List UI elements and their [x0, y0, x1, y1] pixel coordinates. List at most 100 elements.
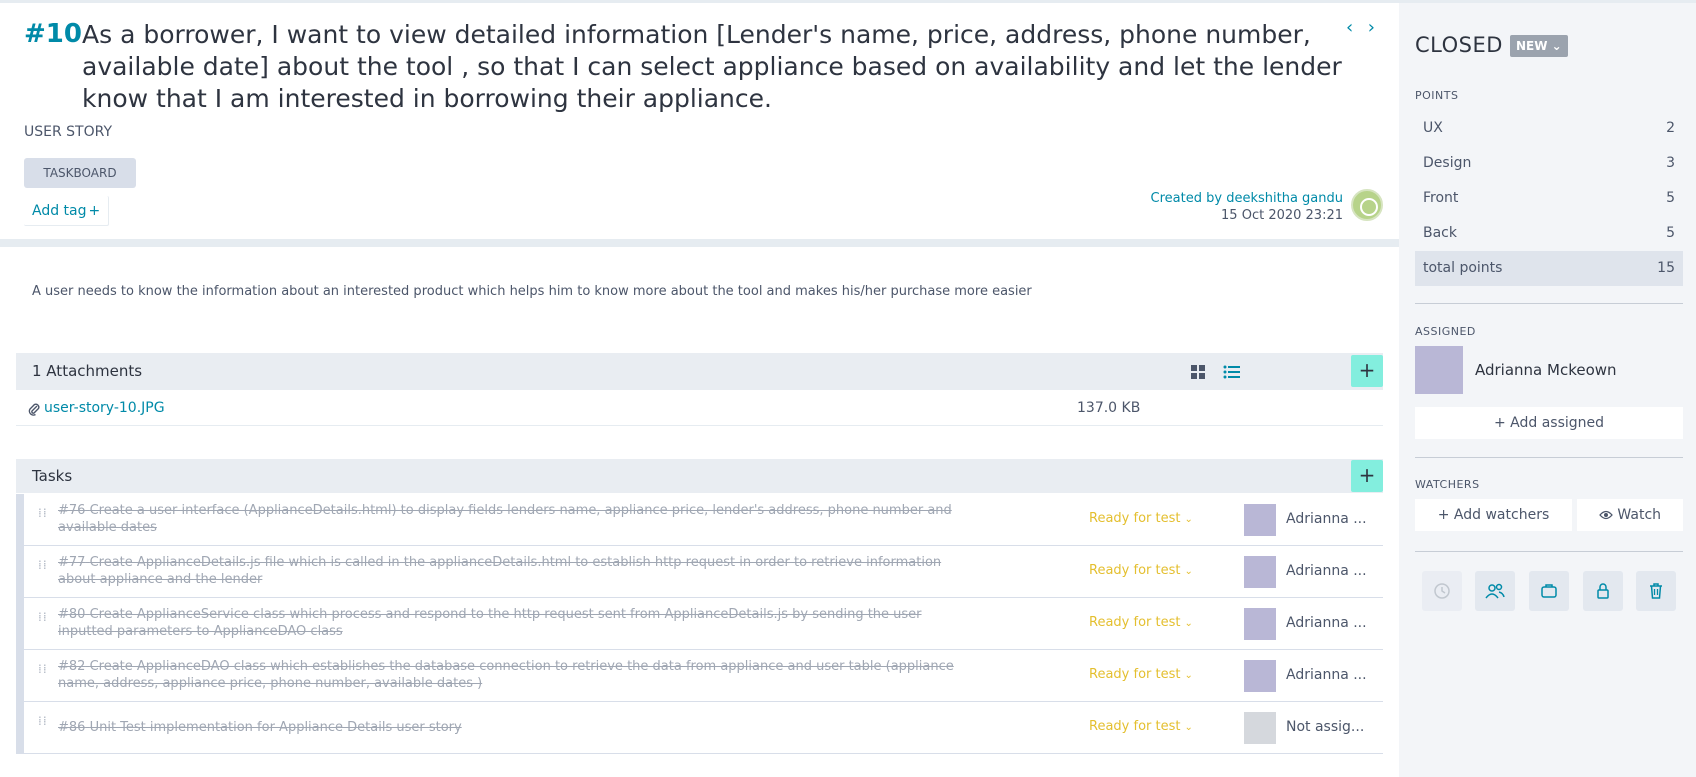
task-row[interactable]: ⁞⁞ #86 Unit Test implementation for Appl… — [24, 702, 1383, 754]
task-subject[interactable]: Create ApplianceDetails.js file which is… — [58, 555, 941, 587]
points-row-ux[interactable]: UX 2 — [1415, 111, 1683, 146]
chevron-left-icon[interactable]: ‹ — [1346, 17, 1362, 38]
avatar[interactable] — [1244, 712, 1276, 744]
attachment-row: user-story-10.JPG 137.0 KB — [16, 391, 1383, 426]
task-text[interactable]: #76 Create a user interface (ApplianceDe… — [58, 502, 978, 536]
assigned-label: ASSIGNED — [1415, 325, 1476, 338]
points-value: 5 — [1666, 190, 1675, 206]
creator-avatar[interactable] — [1351, 189, 1383, 221]
points-row-front[interactable]: Front 5 — [1415, 181, 1683, 216]
drag-handle-icon[interactable]: ⁞⁞ — [38, 611, 48, 634]
add-tag-button[interactable]: Add tag + — [24, 196, 109, 226]
created-date: 15 Oct 2020 23:21 — [1221, 208, 1343, 223]
lock-icon[interactable] — [1582, 571, 1623, 611]
chevron-down-icon: ⌄ — [1184, 670, 1193, 681]
points-value: 2 — [1666, 120, 1675, 136]
add-attachment-button[interactable]: + — [1351, 355, 1383, 387]
team-icon[interactable] — [1475, 571, 1516, 611]
tasks-title: Tasks — [32, 467, 73, 485]
task-status: Ready for test — [1089, 667, 1181, 682]
task-status-dropdown[interactable]: Ready for test ⌄ — [1089, 719, 1193, 734]
story-title[interactable]: As a borrower, I want to view detailed i… — [82, 19, 1342, 115]
story-description[interactable]: A user needs to know the information abo… — [32, 284, 1032, 299]
grid-view-icon[interactable] — [1185, 359, 1211, 385]
chevron-down-icon: ⌄ — [1551, 39, 1562, 53]
avatar[interactable] — [1415, 346, 1463, 394]
drag-handle-icon[interactable]: ⁞⁞ — [38, 507, 48, 530]
status-badge: NEW — [1516, 39, 1548, 53]
points-value: 3 — [1666, 155, 1675, 171]
task-row[interactable]: ⁞⁞ #77 Create ApplianceDetails.js file w… — [24, 546, 1383, 598]
attachment-name-link[interactable]: user-story-10.JPG — [44, 400, 165, 416]
divider — [1415, 551, 1683, 552]
created-info: Created by deekshitha gandu 15 Oct 2020 … — [1151, 190, 1343, 224]
task-assignee[interactable]: Adrianna ... — [1286, 511, 1367, 527]
task-ref[interactable]: #77 — [58, 555, 85, 570]
tag-taskboard[interactable]: TASKBOARD — [24, 158, 136, 188]
task-ref[interactable]: #76 — [58, 503, 85, 518]
avatar[interactable] — [1244, 660, 1276, 692]
attachments-title: 1 Attachments — [32, 362, 143, 380]
task-status-dropdown[interactable]: Ready for test ⌄ — [1089, 511, 1193, 526]
avatar[interactable] — [1244, 504, 1276, 536]
task-text[interactable]: #80 Create ApplianceService class which … — [58, 606, 978, 640]
clock-icon[interactable] — [1421, 571, 1462, 611]
drag-handle-icon[interactable]: ⁞⁞ — [38, 559, 48, 582]
trash-icon[interactable] — [1636, 571, 1677, 611]
task-assignee[interactable]: Adrianna ... — [1286, 615, 1367, 631]
assigned-user-name[interactable]: Adrianna Mckeown — [1475, 361, 1617, 379]
task-row[interactable]: ⁞⁞ #80 Create ApplianceService class whi… — [24, 598, 1383, 650]
add-task-button[interactable]: + — [1351, 460, 1383, 492]
task-row[interactable]: ⁞⁞ #82 Create ApplianceDAO class which e… — [24, 650, 1383, 702]
task-text[interactable]: #77 Create ApplianceDetails.js file whic… — [58, 554, 978, 588]
task-status-dropdown[interactable]: Ready for test ⌄ — [1089, 615, 1193, 630]
add-assigned-button[interactable]: + Add assigned — [1415, 407, 1683, 439]
points-role: total points — [1423, 260, 1503, 276]
paperclip-icon — [28, 401, 40, 420]
divider — [1415, 303, 1683, 304]
avatar[interactable] — [1244, 556, 1276, 588]
task-subject[interactable]: Create a user interface (ApplianceDetail… — [58, 503, 952, 535]
task-text[interactable]: #86 Unit Test implementation for Applian… — [58, 719, 978, 736]
add-tag-label: Add tag — [32, 203, 87, 219]
avatar[interactable] — [1244, 608, 1276, 640]
story-id: #10 — [24, 19, 82, 49]
task-subject[interactable]: Unit Test implementation for Appliance D… — [90, 720, 462, 735]
points-role: Design — [1423, 155, 1472, 171]
task-ref[interactable]: #80 — [58, 607, 85, 622]
points-list: UX 2 Design 3 Front 5 Back 5 total point… — [1415, 111, 1683, 286]
points-value: 15 — [1657, 260, 1675, 276]
points-row-back[interactable]: Back 5 — [1415, 216, 1683, 251]
chevron-right-icon[interactable]: › — [1368, 17, 1384, 38]
story-actions — [1415, 571, 1683, 613]
created-by-link[interactable]: Created by deekshitha gandu — [1151, 190, 1343, 207]
points-row-design[interactable]: Design 3 — [1415, 146, 1683, 181]
task-ref[interactable]: #82 — [58, 659, 85, 674]
task-status: Ready for test — [1089, 511, 1181, 526]
task-assignee[interactable]: Not assig... — [1286, 719, 1364, 735]
task-subject[interactable]: Create ApplianceService class which proc… — [58, 607, 922, 639]
chevron-down-icon: ⌄ — [1184, 618, 1193, 629]
block-icon[interactable] — [1528, 571, 1569, 611]
task-status: Ready for test — [1089, 615, 1181, 630]
add-watchers-button[interactable]: + Add watchers — [1415, 499, 1572, 531]
drag-handle-icon[interactable]: ⁞⁞ — [38, 663, 48, 686]
watch-button[interactable]: Watch — [1577, 499, 1683, 531]
task-subject[interactable]: Create ApplianceDAO class which establis… — [58, 659, 954, 691]
status-dropdown[interactable]: NEW ⌄ — [1510, 35, 1568, 57]
attachments-header: 1 Attachments + — [16, 353, 1383, 390]
task-assignee[interactable]: Adrianna ... — [1286, 667, 1367, 683]
task-ref[interactable]: #86 — [58, 720, 85, 735]
list-view-icon[interactable] — [1219, 359, 1245, 385]
task-row[interactable]: ⁞⁞ #76 Create a user interface (Applianc… — [24, 494, 1383, 546]
chevron-down-icon: ⌄ — [1184, 722, 1193, 733]
task-status-dropdown[interactable]: Ready for test ⌄ — [1089, 667, 1193, 682]
task-status-dropdown[interactable]: Ready for test ⌄ — [1089, 563, 1193, 578]
points-role: UX — [1423, 120, 1443, 136]
chevron-down-icon: ⌄ — [1184, 566, 1193, 577]
task-assignee[interactable]: Adrianna ... — [1286, 563, 1367, 579]
task-text[interactable]: #82 Create ApplianceDAO class which esta… — [58, 658, 978, 692]
watch-label: Watch — [1617, 507, 1662, 523]
story-detail-main: #10 As a borrower, I want to view detail… — [0, 3, 1399, 777]
drag-handle-icon[interactable]: ⁞⁞ — [38, 715, 48, 738]
